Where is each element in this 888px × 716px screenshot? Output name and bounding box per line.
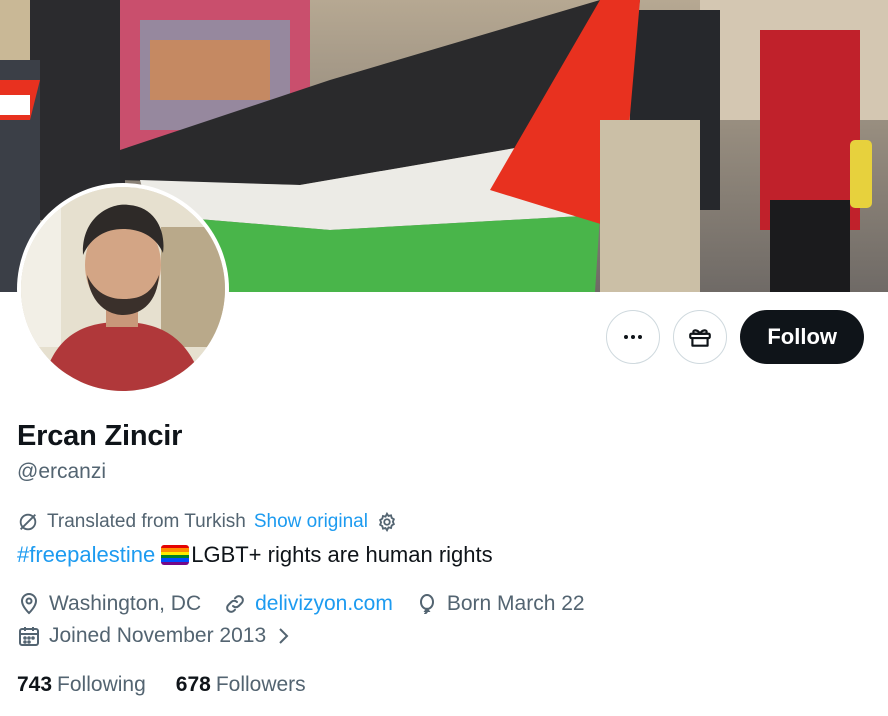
avatar-photo [21, 187, 225, 391]
following-count: 743 [17, 673, 53, 696]
profile-actions: Follow [606, 310, 864, 364]
calendar-icon [19, 627, 39, 646]
followers-link[interactable]: 678 Followers [176, 673, 306, 697]
bio-text: LGBT+ rights are human rights [191, 542, 493, 567]
profile-meta-row: Washington, DC delivizyon.com Born March… [17, 592, 607, 616]
followers-count: 678 [175, 673, 211, 696]
followers-label: Followers [215, 673, 306, 696]
joined-text: Joined November 2013 [49, 624, 267, 647]
more-button[interactable] [606, 310, 661, 364]
more-horizontal-icon [624, 335, 643, 339]
translation-notice: Translated from Turkish Show original [17, 511, 398, 533]
show-original-link[interactable]: Show original [254, 511, 368, 533]
website-link[interactable]: delivizyon.com [255, 592, 393, 616]
following-link[interactable]: 743 Following [17, 673, 146, 697]
chevron-right-icon [279, 628, 289, 644]
rainbow-flag-icon [161, 545, 190, 565]
profile-handle: @ercanzi [17, 460, 107, 483]
gear-icon[interactable] [376, 511, 398, 533]
profile-meta-row: Joined November 2013 [17, 624, 314, 648]
translate-icon [19, 513, 37, 531]
location-item: Washington, DC [17, 592, 201, 616]
location-text: Washington, DC [49, 592, 202, 615]
follow-button[interactable]: Follow [740, 310, 864, 364]
joined-item[interactable]: Joined November 2013 [17, 624, 292, 648]
gift-icon [689, 329, 712, 347]
profile-avatar[interactable] [17, 183, 229, 395]
profile-name: Ercan Zincir [17, 420, 183, 452]
follow-counts: 743 Following 678 Followers [17, 673, 306, 697]
following-label: Following [57, 673, 146, 696]
website-item: delivizyon.com [223, 592, 393, 616]
birthday-text: Born March 22 [446, 592, 585, 615]
location-pin-icon [20, 593, 38, 615]
bio-hashtag[interactable]: #freepalestine [17, 542, 155, 568]
profile-bio: #freepalestine LGBT+ rights are human ri… [17, 542, 493, 568]
link-icon [226, 595, 244, 613]
birthday-item: Born March 22 [415, 592, 585, 616]
gift-button[interactable] [673, 310, 728, 364]
translation-text: Translated from Turkish [47, 511, 246, 532]
balloon-icon [419, 594, 434, 615]
